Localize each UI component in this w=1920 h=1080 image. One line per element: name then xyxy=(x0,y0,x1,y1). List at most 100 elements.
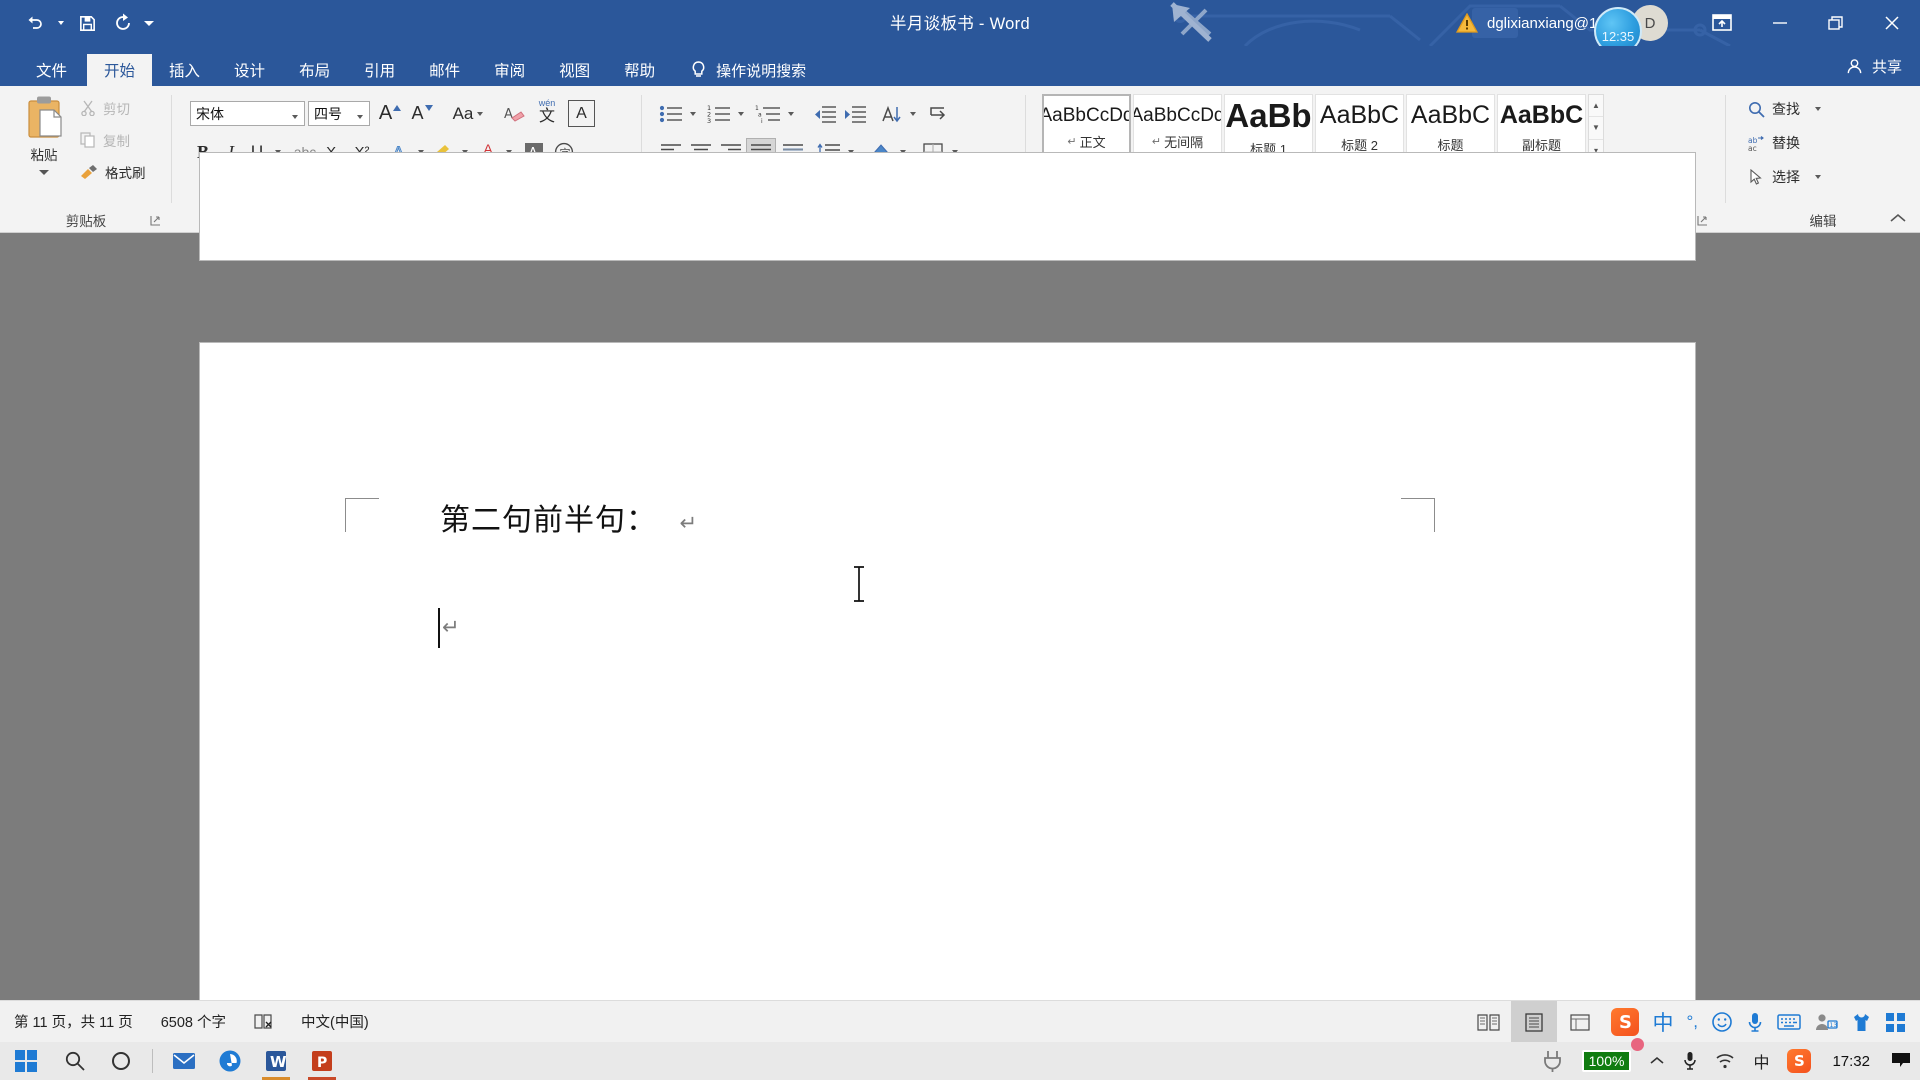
replace-button[interactable]: ab ac 替换 xyxy=(1748,133,1800,153)
show-formatting-marks-button[interactable] xyxy=(924,100,954,127)
style-name: ↵ 无间隔 xyxy=(1151,134,1204,150)
paste-button[interactable]: 粘贴 xyxy=(18,94,70,175)
action-center-button[interactable] xyxy=(1882,1042,1920,1080)
ime-user-button[interactable]: 13 xyxy=(1814,1012,1838,1032)
copy-button[interactable]: 复制 xyxy=(80,130,130,150)
tab-view[interactable]: 视图 xyxy=(542,54,607,86)
style-name: ↵ 正文 xyxy=(1067,134,1106,150)
styles-gallery-scroll[interactable]: ▲ ▼ ▾ xyxy=(1588,94,1604,162)
view-web-layout[interactable] xyxy=(1557,1001,1603,1043)
taskbar-app-word[interactable]: W xyxy=(253,1042,299,1080)
microphone-icon xyxy=(1684,1052,1697,1070)
tray-sogou-ime[interactable]: S xyxy=(1778,1042,1820,1080)
styles-dialog-launcher[interactable] xyxy=(1697,214,1711,228)
cut-button[interactable]: 剪切 xyxy=(80,98,130,118)
tab-home[interactable]: 开始 xyxy=(87,54,153,86)
tab-file[interactable]: 文件 xyxy=(14,54,87,86)
grow-font-button[interactable]: A xyxy=(376,100,404,127)
margin-marker-top-right xyxy=(1401,498,1435,532)
font-size-input[interactable]: 四号 xyxy=(308,101,370,126)
ime-punctuation-mode[interactable]: °, xyxy=(1686,1012,1698,1032)
sogou-ime-logo[interactable]: S xyxy=(1611,1008,1640,1036)
multilevel-list-dropdown[interactable] xyxy=(784,100,798,127)
format-painter-button[interactable]: 格式刷 xyxy=(80,162,146,182)
document-page-current[interactable]: 第二句前半句： ↵ ↵ xyxy=(200,343,1695,1080)
styles-scroll-down[interactable]: ▼ xyxy=(1589,117,1603,140)
ribbon-display-options-button[interactable] xyxy=(1692,0,1752,46)
view-read-mode[interactable] xyxy=(1465,1001,1511,1043)
styles-scroll-up[interactable]: ▲ xyxy=(1589,95,1603,118)
tab-mailings[interactable]: 邮件 xyxy=(412,54,477,86)
word-count[interactable]: 6508 个字 xyxy=(147,1011,240,1032)
proofing-status[interactable] xyxy=(240,1013,287,1030)
font-size-dropdown[interactable] xyxy=(353,106,367,122)
warning-icon xyxy=(1456,13,1478,33)
bullets-button[interactable] xyxy=(656,100,686,127)
battery-indicator[interactable]: 100% xyxy=(1573,1038,1645,1080)
find-button[interactable]: 查找 xyxy=(1748,99,1821,119)
tab-references[interactable]: 引用 xyxy=(347,54,412,86)
style-no-spacing[interactable]: AaBbCcDd ↵ 无间隔 xyxy=(1133,94,1222,162)
clear-formatting-button[interactable]: A xyxy=(500,100,530,127)
tab-layout[interactable]: 布局 xyxy=(282,54,347,86)
ime-mode-chinese[interactable]: 中 xyxy=(1652,1007,1673,1037)
font-name-dropdown[interactable] xyxy=(288,106,302,122)
phonetic-pinyin: wén xyxy=(538,97,556,108)
close-button[interactable] xyxy=(1864,0,1920,46)
tab-help[interactable]: 帮助 xyxy=(607,54,672,86)
ime-skin-button[interactable] xyxy=(1851,1012,1872,1033)
ime-emoji-button[interactable] xyxy=(1711,1011,1733,1033)
select-button[interactable]: 选择 xyxy=(1748,167,1821,187)
cortana-button[interactable] xyxy=(98,1042,144,1080)
style-title[interactable]: AaBbC 标题 xyxy=(1406,94,1495,162)
style-subtitle[interactable]: AaBbC 副标题 xyxy=(1497,94,1586,162)
ime-toolbox-button[interactable] xyxy=(1885,1012,1906,1033)
character-border-button[interactable]: A xyxy=(568,100,595,127)
avatar-initial: D xyxy=(1644,14,1656,32)
tray-ime-mode[interactable]: 中 xyxy=(1744,1042,1778,1080)
style-normal[interactable]: AaBbCcDd ↵ 正文 xyxy=(1042,94,1131,162)
document-paragraph-1[interactable]: 第二句前半句： ↵ xyxy=(440,495,698,539)
show-hidden-icons-button[interactable] xyxy=(1640,1042,1674,1080)
tray-microphone[interactable] xyxy=(1674,1042,1706,1080)
increase-indent-button[interactable] xyxy=(840,100,870,127)
tray-clock[interactable]: 17:32 xyxy=(1820,1053,1882,1070)
ime-soft-keyboard-button[interactable] xyxy=(1777,1013,1801,1031)
clipboard-group-label: 剪贴板 xyxy=(65,214,107,229)
multilevel-list-button[interactable]: 1 a i xyxy=(752,100,784,127)
collapse-ribbon-button[interactable] xyxy=(1889,213,1907,228)
restore-button[interactable] xyxy=(1808,0,1864,46)
minimize-button[interactable] xyxy=(1752,0,1808,46)
phonetic-guide-button[interactable]: wén 文 xyxy=(530,94,564,130)
language-indicator[interactable]: 中文(中国) xyxy=(287,1011,383,1032)
pilcrow-icon xyxy=(930,106,946,120)
bullets-dropdown[interactable] xyxy=(686,100,700,127)
taskbar-app-powerpoint[interactable]: P xyxy=(299,1042,345,1080)
tab-design[interactable]: 设计 xyxy=(217,54,282,86)
view-print-layout[interactable] xyxy=(1511,1001,1558,1043)
numbering-dropdown[interactable] xyxy=(734,100,748,127)
tab-review[interactable]: 审阅 xyxy=(477,54,542,86)
clipboard-dialog-launcher[interactable] xyxy=(150,214,164,228)
change-case-button[interactable]: Aa xyxy=(447,100,489,127)
taskbar-app-edge[interactable] xyxy=(207,1042,253,1080)
style-heading-1[interactable]: AaBb 标题 1 xyxy=(1224,94,1313,162)
taskbar-app-mail[interactable] xyxy=(161,1042,207,1080)
taskbar-search-button[interactable] xyxy=(52,1042,98,1080)
power-plug-indicator[interactable] xyxy=(1533,1042,1573,1080)
tab-insert[interactable]: 插入 xyxy=(152,54,217,86)
numbering-button[interactable]: 1 2 3 xyxy=(704,100,734,127)
shrink-font-button[interactable]: A xyxy=(408,100,436,127)
ime-voice-input-button[interactable] xyxy=(1746,1011,1764,1033)
document-canvas[interactable]: 第二句前半句： ↵ ↵ xyxy=(0,153,1920,1080)
font-name-input[interactable]: 宋体 xyxy=(190,101,305,126)
share-button[interactable]: 共享 xyxy=(1845,56,1902,77)
style-heading-2[interactable]: AaBbC 标题 2 xyxy=(1315,94,1404,162)
sort-dropdown[interactable] xyxy=(906,100,920,127)
sort-button[interactable] xyxy=(876,100,906,127)
page-indicator[interactable]: 第 11 页，共 11 页 xyxy=(0,1011,147,1032)
tell-me-search[interactable]: 操作说明搜索 xyxy=(678,54,818,86)
tray-network[interactable] xyxy=(1706,1042,1744,1080)
start-button[interactable] xyxy=(0,1042,52,1080)
decrease-indent-button[interactable] xyxy=(810,100,840,127)
